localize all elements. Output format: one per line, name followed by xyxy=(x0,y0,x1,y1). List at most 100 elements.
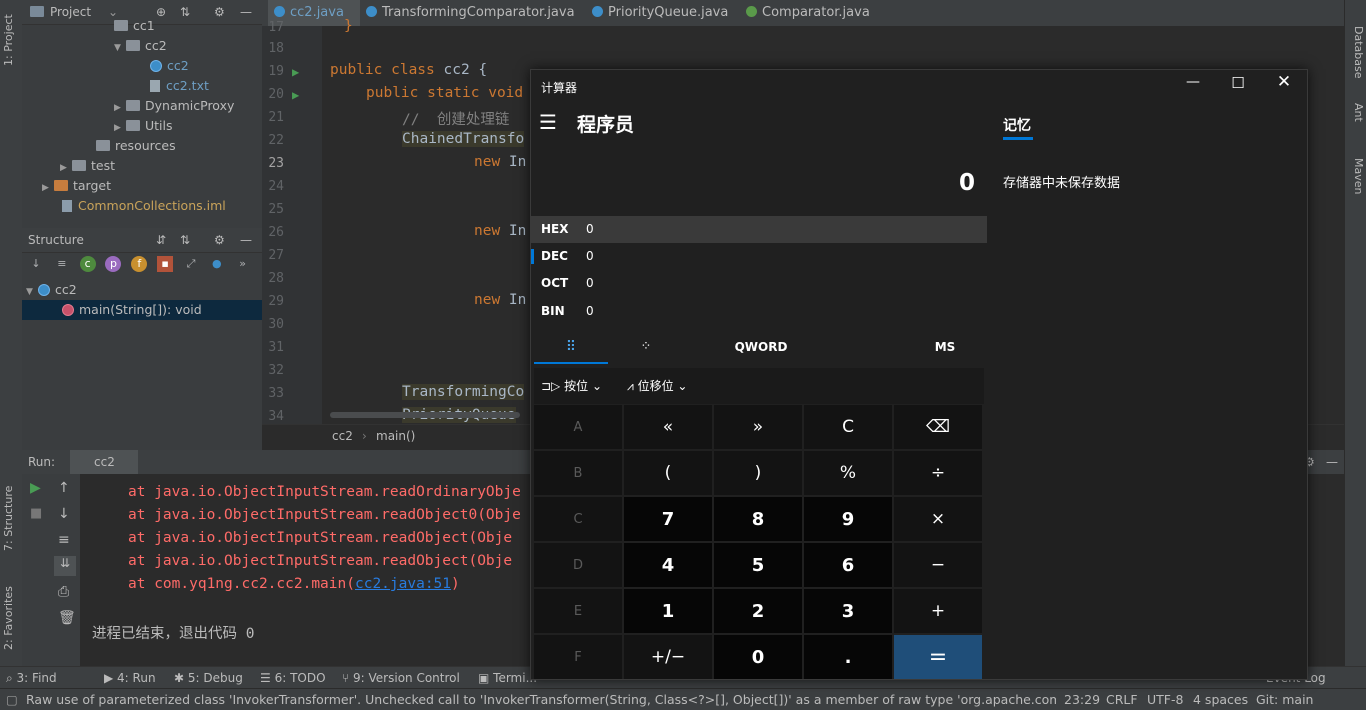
memory-title[interactable]: 记忆 xyxy=(1003,115,1031,135)
key-add[interactable]: + xyxy=(894,589,982,633)
show-properties-icon[interactable]: p xyxy=(105,256,122,272)
tree-item-iml[interactable]: CommonCollections.iml xyxy=(62,196,226,216)
stacktrace-link[interactable]: cc2.java:51 xyxy=(355,576,451,592)
chevron-right-icon[interactable]: ▶ xyxy=(114,118,126,138)
tree-item-target[interactable]: ▶ target xyxy=(42,176,111,196)
sort-alpha-icon[interactable]: ↓ xyxy=(28,256,44,272)
minimize-window-button[interactable]: — xyxy=(1183,74,1203,90)
tree-item-resources[interactable]: resources xyxy=(96,136,176,156)
key-shift-left[interactable]: « xyxy=(624,405,712,449)
find-tool-button[interactable]: ⌕ 3: Find xyxy=(6,667,57,689)
project-tool-tab[interactable]: 1: Project xyxy=(2,4,20,76)
radix-row-bin[interactable]: BIN 0 xyxy=(531,298,987,325)
maximize-window-button[interactable]: ☐ xyxy=(1228,74,1248,92)
clear-button[interactable]: C xyxy=(804,405,892,449)
autoscroll-icon[interactable]: ● xyxy=(209,256,225,272)
structure-method-item[interactable]: main(String[]): void xyxy=(22,300,262,320)
project-panel-title[interactable]: Project xyxy=(50,0,91,24)
tree-item-dynamicproxy[interactable]: ▶ DynamicProxy xyxy=(114,96,234,116)
key-6[interactable]: 6 xyxy=(804,543,892,587)
backspace-button[interactable]: ⌫ xyxy=(894,405,982,449)
gear-icon[interactable]: ⚙ xyxy=(214,0,225,24)
stop-icon[interactable]: ■ xyxy=(30,506,42,521)
status-square-icon[interactable]: ▢ xyxy=(6,689,18,710)
run-gutter-icon[interactable]: ▶ xyxy=(292,65,299,79)
tree-item-cc2-class[interactable]: cc2 xyxy=(150,56,189,76)
word-size-button[interactable]: QWORD xyxy=(721,332,801,362)
chevron-down-icon[interactable]: ▼ xyxy=(26,282,38,302)
tree-item-utils[interactable]: ▶ Utils xyxy=(114,116,173,136)
key-4[interactable]: 4 xyxy=(624,543,712,587)
breadcrumb-method[interactable]: main() xyxy=(376,425,415,447)
key-5[interactable]: 5 xyxy=(714,543,802,587)
chevron-down-icon[interactable]: ▼ xyxy=(114,38,126,58)
sort-visibility-icon[interactable]: ≡ xyxy=(54,256,70,272)
debug-tool-button[interactable]: ✱ 5: Debug xyxy=(174,667,243,689)
gear-icon[interactable]: ⚙ xyxy=(214,228,225,252)
horizontal-scrollbar[interactable] xyxy=(330,412,520,418)
soft-wrap-icon[interactable]: ≡ xyxy=(58,532,70,548)
show-non-public-icon[interactable]: ▪ xyxy=(157,256,174,272)
tree-item-cc1[interactable]: cc1 xyxy=(114,16,155,36)
favorites-tool-tab[interactable]: 2: Favorites xyxy=(2,576,20,660)
inherited-icon[interactable]: ⤢ xyxy=(183,256,199,272)
collapse-icon[interactable]: ⇅ xyxy=(180,0,190,24)
scroll-to-end-icon[interactable]: ⇊ xyxy=(54,556,76,576)
key-subtract[interactable]: − xyxy=(894,543,982,587)
key-2[interactable]: 2 xyxy=(714,589,802,633)
print-icon[interactable]: ⎙ xyxy=(58,584,69,600)
expand-all-icon[interactable]: ⇵ xyxy=(156,228,166,252)
indent-setting[interactable]: 4 spaces xyxy=(1193,689,1248,710)
key-0[interactable]: 0 xyxy=(714,635,802,679)
terminal-tool-button[interactable]: ▣ Termi... xyxy=(478,667,537,689)
show-fields-icon[interactable]: c xyxy=(79,256,96,272)
run-gutter-icon[interactable]: ▶ xyxy=(292,88,299,102)
breadcrumb-class[interactable]: cc2 xyxy=(332,425,353,447)
radix-row-dec[interactable]: DEC 0 xyxy=(531,243,987,270)
todo-tool-button[interactable]: ☰ 6: TODO xyxy=(260,667,326,689)
full-keypad-tab[interactable]: ⠿ xyxy=(534,332,608,364)
minimize-icon[interactable]: — xyxy=(240,0,252,24)
collapse-all-icon[interactable]: ⇅ xyxy=(180,228,190,252)
line-separator[interactable]: CRLF xyxy=(1106,689,1138,710)
structure-class-item[interactable]: ▼ cc2 xyxy=(26,280,77,300)
key-7[interactable]: 7 xyxy=(624,497,712,541)
radix-row-hex[interactable]: HEX 0 xyxy=(531,216,987,243)
bitshift-dropdown[interactable]: ⩘ 位移位 ⌄ xyxy=(627,377,687,394)
tree-item-cc2-txt[interactable]: cc2.txt xyxy=(150,76,209,96)
run-tool-button[interactable]: ▶ 4: Run xyxy=(104,667,156,689)
key-open-paren[interactable]: ( xyxy=(624,451,712,495)
down-arrow-icon[interactable]: ↓ xyxy=(58,506,70,522)
tab-comparator-java[interactable]: Comparator.java xyxy=(746,0,870,26)
ant-tool-tab[interactable]: Ant xyxy=(1347,92,1365,132)
show-fields-f-icon[interactable]: f xyxy=(131,256,148,272)
bit-toggle-keypad-tab[interactable]: ⁘ xyxy=(631,332,661,362)
key-decimal[interactable]: . xyxy=(804,635,892,679)
key-negate[interactable]: +/− xyxy=(624,635,712,679)
git-branch[interactable]: Git: main xyxy=(1256,689,1313,710)
tab-transformingcomparator-java[interactable]: TransformingComparator.java xyxy=(366,0,575,26)
key-divide[interactable]: ÷ xyxy=(894,451,982,495)
minimize-icon[interactable]: — xyxy=(1326,450,1338,474)
key-multiply[interactable]: × xyxy=(894,497,982,541)
key-modulo[interactable]: % xyxy=(804,451,892,495)
more-icon[interactable]: » xyxy=(235,256,251,272)
locate-icon[interactable]: ⊕ xyxy=(156,0,166,24)
file-encoding[interactable]: UTF-8 xyxy=(1147,689,1183,710)
structure-tool-tab[interactable]: 7: Structure xyxy=(2,470,20,566)
maven-tool-tab[interactable]: Maven xyxy=(1347,148,1365,204)
memory-store-button[interactable]: MS xyxy=(927,332,963,362)
key-1[interactable]: 1 xyxy=(624,589,712,633)
close-window-button[interactable]: ✕ xyxy=(1274,72,1294,92)
chevron-right-icon[interactable]: ▶ xyxy=(42,178,54,198)
equals-button[interactable]: = xyxy=(894,635,982,679)
up-arrow-icon[interactable]: ↑ xyxy=(58,480,70,496)
vcs-tool-button[interactable]: ⑂ 9: Version Control xyxy=(342,667,460,689)
hamburger-menu-icon[interactable]: ☰ xyxy=(539,110,557,134)
tree-item-test[interactable]: ▶ test xyxy=(60,156,115,176)
radix-row-oct[interactable]: OCT 0 xyxy=(531,270,987,297)
key-3[interactable]: 3 xyxy=(804,589,892,633)
caret-position[interactable]: 23:29 xyxy=(1064,689,1100,710)
key-shift-right[interactable]: » xyxy=(714,405,802,449)
tree-item-cc2-folder[interactable]: ▼ cc2 xyxy=(114,36,167,56)
